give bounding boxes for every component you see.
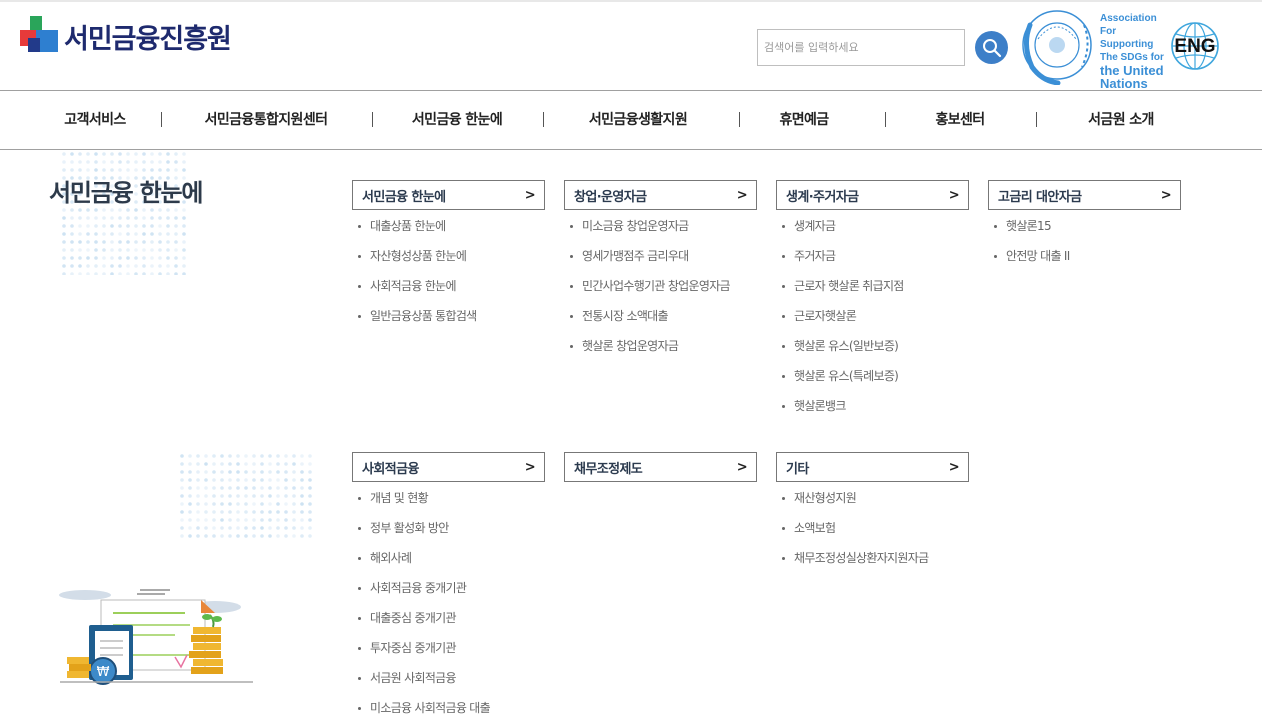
chevron-right-icon: > — [949, 460, 959, 475]
menu-link[interactable]: 일반금융상품 통합검색 — [352, 301, 545, 331]
nav-separator — [543, 112, 544, 127]
eng-language-button[interactable]: ENG — [1170, 36, 1220, 58]
menu-group-title: 생계·주거자금 — [786, 186, 859, 205]
finance-illustration-icon: ₩ — [55, 585, 260, 690]
menu-group-header[interactable]: 기타 > — [776, 452, 969, 482]
main-navigation: 고객서비스 서민금융통합지원센터 서민금융 한눈에 서민금융생활지원 휴면예금 … — [0, 90, 1262, 150]
chevron-right-icon: > — [1161, 188, 1171, 203]
menu-list: 대출상품 한눈에 자산형성상품 한눈에 사회적금융 한눈에 일반금융상품 통합검색 — [352, 211, 545, 331]
menu-link[interactable]: 안전망 대출 II — [988, 241, 1181, 271]
menu-group-header[interactable]: 고금리 대안자금 > — [988, 180, 1181, 210]
un-seal-icon[interactable] — [1018, 5, 1096, 85]
menu-link[interactable]: 햇살론15 — [988, 211, 1181, 241]
menu-list: 개념 및 현황 정부 활성화 방안 해외사례 사회적금융 중개기관 대출중심 중개기관 투… — [352, 483, 545, 723]
menu-link[interactable]: 대출중심 중개기관 — [352, 603, 545, 633]
menu-link[interactable]: 재산형성지원 — [776, 483, 969, 513]
nav-separator — [372, 112, 373, 127]
chevron-right-icon: > — [737, 460, 747, 475]
nav-item-integrated-support-center[interactable]: 서민금융통합지원센터 — [205, 109, 328, 129]
menu-link[interactable]: 근로자 햇살론 취급지점 — [776, 271, 969, 301]
menu-link[interactable]: 주거자금 — [776, 241, 969, 271]
menu-link[interactable]: 햇살론 유스(일반보증) — [776, 331, 969, 361]
svg-text:₩: ₩ — [97, 665, 110, 680]
nav-item-pr-center[interactable]: 홍보센터 — [935, 109, 984, 129]
nav-separator — [885, 112, 886, 127]
menu-link[interactable]: 미소금융 창업운영자금 — [564, 211, 757, 241]
menu-list: 햇살론15 안전망 대출 II — [988, 211, 1181, 271]
menu-group-social-finance: 사회적금융 > 개념 및 현황 정부 활성화 방안 해외사례 사회적금융 중개기관 대출중… — [352, 452, 545, 723]
menu-list: 미소금융 창업운영자금 영세가맹점주 금리우대 민간사업수행기관 창업운영자금 전통시… — [564, 211, 757, 361]
menu-group-title: 서민금융 한눈에 — [362, 186, 445, 205]
nav-item-customer-service[interactable]: 고객서비스 — [64, 109, 125, 129]
menu-list: 생계자금 주거자금 근로자 햇살론 취급지점 근로자햇살론 햇살론 유스(일반보증) 햇살… — [776, 211, 969, 421]
nav-separator — [739, 112, 740, 127]
menu-group-title: 창업·운영자금 — [574, 186, 647, 205]
menu-group-header[interactable]: 서민금융 한눈에 > — [352, 180, 545, 210]
menu-group-header[interactable]: 생계·주거자금 > — [776, 180, 969, 210]
top-border-line — [0, 0, 1262, 2]
chevron-right-icon: > — [949, 188, 959, 203]
decorative-dot-pattern — [60, 150, 190, 275]
menu-link[interactable]: 투자중심 중개기관 — [352, 633, 545, 663]
menu-group-header[interactable]: 사회적금융 > — [352, 452, 545, 482]
menu-link[interactable]: 대출상품 한눈에 — [352, 211, 545, 241]
menu-group-header[interactable]: 채무조정제도 > — [564, 452, 757, 482]
menu-link[interactable]: 사회적금융 한눈에 — [352, 271, 545, 301]
menu-link[interactable]: 영세가맹점주 금리우대 — [564, 241, 757, 271]
sdg-association-text[interactable]: Association For Supporting The SDGs for … — [1100, 12, 1170, 90]
menu-group-living-housing-funds: 생계·주거자금 > 생계자금 주거자금 근로자 햇살론 취급지점 근로자햇살론 햇살론 유… — [776, 180, 969, 421]
site-logo[interactable]: 서민금융진흥원 — [20, 16, 231, 56]
page-title: 서민금융 한눈에 — [49, 173, 202, 208]
nav-item-life-support[interactable]: 서민금융생활지원 — [589, 109, 687, 129]
menu-group-high-interest-alternatives: 고금리 대안자금 > 햇살론15 안전망 대출 II — [988, 180, 1181, 271]
sdg-line-2: For Supporting — [1100, 25, 1170, 51]
menu-link[interactable]: 개념 및 현황 — [352, 483, 545, 513]
logo-mark-icon — [20, 16, 60, 56]
menu-link[interactable]: 사회적금융 중개기관 — [352, 573, 545, 603]
sdg-line-5: Nations — [1100, 77, 1170, 90]
menu-link[interactable]: 정부 활성화 방안 — [352, 513, 545, 543]
menu-link[interactable]: 전통시장 소액대출 — [564, 301, 757, 331]
nav-separator — [161, 112, 162, 127]
sdg-line-1: Association — [1100, 12, 1170, 25]
decorative-dot-pattern — [178, 452, 313, 542]
search-icon — [982, 38, 1002, 58]
menu-group-others: 기타 > 재산형성지원 소액보험 채무조정성실상환자지원자금 — [776, 452, 969, 573]
search-input[interactable] — [757, 29, 965, 66]
chevron-right-icon: > — [737, 188, 747, 203]
nav-item-finance-at-a-glance[interactable]: 서민금융 한눈에 — [412, 109, 502, 129]
menu-group-debt-adjustment: 채무조정제도 > — [564, 452, 757, 483]
menu-group-finance-at-a-glance: 서민금융 한눈에 > 대출상품 한눈에 자산형성상품 한눈에 사회적금융 한눈에 일반금… — [352, 180, 545, 331]
menu-group-startup-funds: 창업·운영자금 > 미소금융 창업운영자금 영세가맹점주 금리우대 민간사업수행기관 … — [564, 180, 757, 361]
menu-group-title: 기타 — [786, 458, 809, 477]
menu-group-title: 사회적금융 — [362, 458, 419, 477]
menu-link[interactable]: 민간사업수행기관 창업운영자금 — [564, 271, 757, 301]
chevron-right-icon: > — [525, 188, 535, 203]
menu-link[interactable]: 미소금융 사회적금융 대출 — [352, 693, 545, 723]
nav-item-about[interactable]: 서금원 소개 — [1088, 109, 1154, 129]
nav-item-dormant-deposits[interactable]: 휴면예금 — [779, 109, 828, 129]
search-button[interactable] — [975, 31, 1008, 64]
menu-link[interactable]: 햇살론뱅크 — [776, 391, 969, 421]
menu-list: 재산형성지원 소액보험 채무조정성실상환자지원자금 — [776, 483, 969, 573]
menu-link[interactable]: 서금원 사회적금융 — [352, 663, 545, 693]
menu-group-title: 고금리 대안자금 — [998, 186, 1081, 205]
nav-separator — [1036, 112, 1037, 127]
menu-link[interactable]: 생계자금 — [776, 211, 969, 241]
menu-link[interactable]: 햇살론 유스(특례보증) — [776, 361, 969, 391]
menu-link[interactable]: 채무조정성실상환자지원자금 — [776, 543, 969, 573]
menu-link[interactable]: 소액보험 — [776, 513, 969, 543]
menu-link[interactable]: 해외사례 — [352, 543, 545, 573]
menu-group-header[interactable]: 창업·운영자금 > — [564, 180, 757, 210]
menu-link[interactable]: 햇살론 창업운영자금 — [564, 331, 757, 361]
chevron-right-icon: > — [525, 460, 535, 475]
menu-link[interactable]: 자산형성상품 한눈에 — [352, 241, 545, 271]
logo-text: 서민금융진흥원 — [64, 17, 231, 56]
menu-link[interactable]: 근로자햇살론 — [776, 301, 969, 331]
menu-group-title: 채무조정제도 — [574, 458, 642, 477]
